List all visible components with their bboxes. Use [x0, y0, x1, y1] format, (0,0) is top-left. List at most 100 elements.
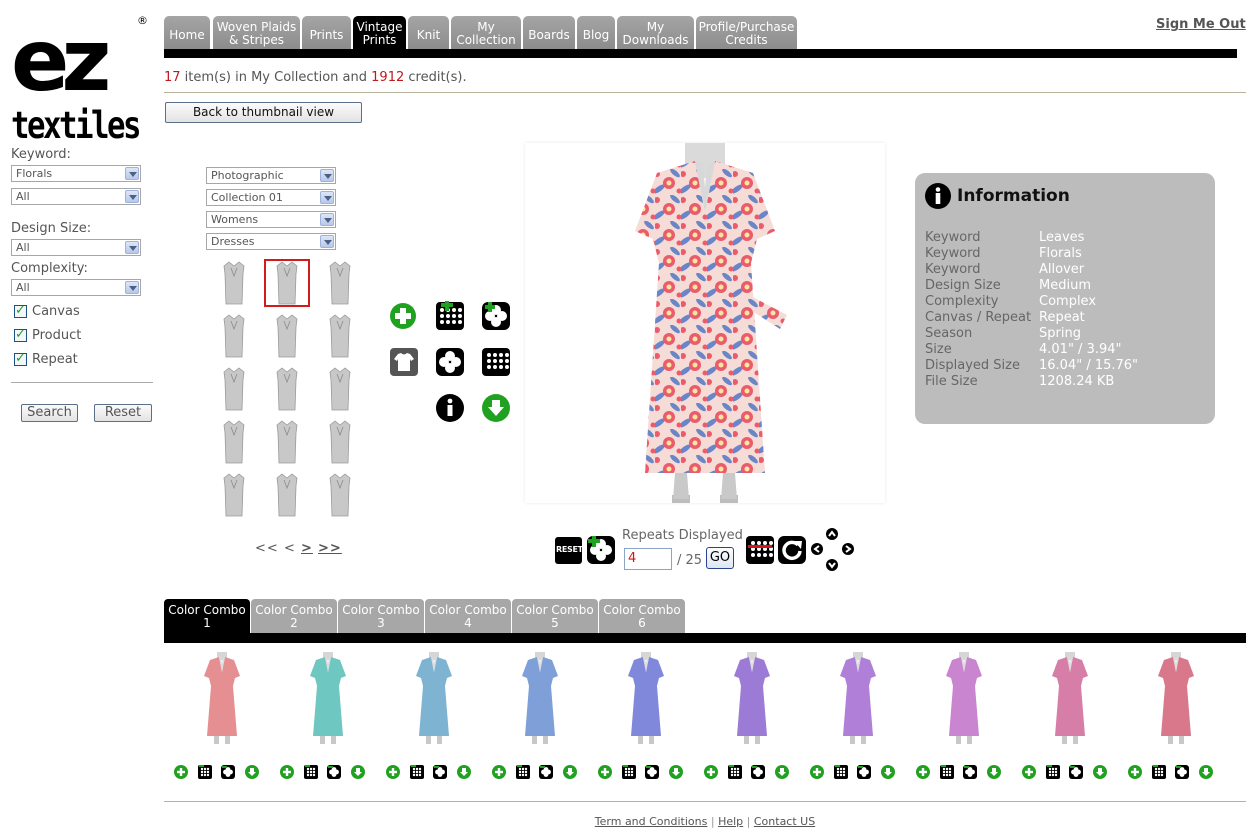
- color-combo-thumbnail[interactable]: [621, 652, 671, 744]
- sign-out-link[interactable]: Sign Me Out: [1156, 17, 1246, 32]
- back-to-thumbnail-button[interactable]: Back to thumbnail view: [165, 102, 362, 123]
- canvas-view-icon[interactable]: [963, 765, 977, 779]
- pan-arrows-icon[interactable]: [809, 527, 857, 573]
- color-combo-thumbnail[interactable]: [197, 652, 247, 744]
- add-to-collection-icon[interactable]: [280, 765, 294, 779]
- tab-my-collection[interactable]: My Collection: [451, 16, 521, 49]
- garment-thumbnail[interactable]: [264, 259, 310, 307]
- repeat-view-icon[interactable]: [303, 765, 318, 779]
- repeat-view-icon[interactable]: [939, 765, 954, 779]
- color-combo-thumbnail[interactable]: [1151, 652, 1201, 744]
- add-to-collection-icon[interactable]: [916, 765, 930, 779]
- download-icon[interactable]: [774, 765, 789, 779]
- download-icon[interactable]: [1092, 765, 1107, 779]
- repeat-grid-icon[interactable]: [745, 535, 775, 565]
- canvas-view-icon[interactable]: [1175, 765, 1189, 779]
- tab-my-downloads[interactable]: My Downloads: [617, 16, 694, 49]
- canvas-view-icon[interactable]: [645, 765, 659, 779]
- tab-profile-purchase-credits[interactable]: Profile/Purchase Credits: [696, 16, 797, 49]
- repeats-input[interactable]: 4: [624, 548, 672, 570]
- download-icon[interactable]: [244, 765, 259, 779]
- color-combo-thumbnail[interactable]: [409, 652, 459, 744]
- repeat-view-icon[interactable]: [1151, 765, 1166, 779]
- color-combo-thumbnail[interactable]: [939, 652, 989, 744]
- repeat-checkbox-row[interactable]: Repeat: [14, 351, 78, 367]
- download-icon[interactable]: [481, 393, 511, 423]
- canvas-view-icon[interactable]: [433, 765, 447, 779]
- repeat-view-icon[interactable]: [409, 765, 424, 779]
- garment-thumbnail[interactable]: [264, 418, 310, 466]
- color-combo-thumbnail[interactable]: [515, 652, 565, 744]
- add-to-collection-icon[interactable]: [598, 765, 612, 779]
- canvas-view-icon[interactable]: [435, 347, 465, 377]
- canvas-view-icon[interactable]: [327, 765, 341, 779]
- garment-thumbnail[interactable]: [264, 365, 310, 413]
- contact-link[interactable]: Contact US: [754, 815, 815, 828]
- color-combo-tab-2[interactable]: Color Combo 2: [251, 599, 337, 633]
- tab-vintage-prints[interactable]: Vintage Prints: [353, 16, 406, 49]
- add-to-collection-icon[interactable]: [492, 765, 506, 779]
- tab-knit[interactable]: Knit: [408, 16, 449, 49]
- design-size-select[interactable]: All: [11, 239, 141, 256]
- keyword-secondary-select[interactable]: All: [11, 188, 141, 205]
- download-icon[interactable]: [880, 765, 895, 779]
- rotate-icon[interactable]: [777, 535, 807, 565]
- repeat-view-icon[interactable]: [197, 765, 212, 779]
- help-link[interactable]: Help: [718, 815, 743, 828]
- color-combo-thumbnail[interactable]: [1045, 652, 1095, 744]
- collection-select[interactable]: Collection 01: [206, 189, 336, 206]
- add-to-collection-icon[interactable]: [810, 765, 824, 779]
- garment-thumbnail[interactable]: [211, 259, 257, 307]
- canvas-checkbox[interactable]: [14, 303, 27, 318]
- keyword-select[interactable]: Florals: [11, 165, 141, 182]
- garment-thumbnail[interactable]: [264, 471, 310, 519]
- tab-blog[interactable]: Blog: [577, 16, 615, 49]
- garment-thumbnail[interactable]: [317, 259, 363, 307]
- garment-thumbnail[interactable]: [211, 365, 257, 413]
- add-to-collection-icon[interactable]: [386, 765, 400, 779]
- color-combo-tab-6[interactable]: Color Combo 6: [599, 599, 685, 633]
- add-to-collection-icon[interactable]: [174, 765, 188, 779]
- pager-prev[interactable]: <: [284, 541, 296, 556]
- tab-boards[interactable]: Boards: [523, 16, 575, 49]
- download-icon[interactable]: [456, 765, 471, 779]
- garment-thumbnail[interactable]: [211, 471, 257, 519]
- repeat-view-icon[interactable]: [481, 347, 511, 377]
- garment-thumbnail[interactable]: [211, 418, 257, 466]
- download-icon[interactable]: [986, 765, 1001, 779]
- garment-thumbnail[interactable]: [211, 312, 257, 360]
- color-combo-tab-1[interactable]: Color Combo 1: [164, 599, 250, 633]
- add-to-collection-icon[interactable]: [389, 302, 417, 330]
- tab-home[interactable]: Home: [164, 16, 210, 49]
- search-button[interactable]: Search: [21, 404, 78, 422]
- product-checkbox[interactable]: [14, 327, 27, 342]
- download-icon[interactable]: [1198, 765, 1213, 779]
- ez-textiles-logo[interactable]: ez ® textiles: [11, 11, 151, 147]
- style-select[interactable]: Photographic: [206, 167, 336, 184]
- repeat-view-icon[interactable]: [727, 765, 742, 779]
- color-combo-tab-3[interactable]: Color Combo 3: [338, 599, 424, 633]
- canvas-view-icon[interactable]: [751, 765, 765, 779]
- canvas-view-icon[interactable]: [221, 765, 235, 779]
- add-to-collection-icon[interactable]: [704, 765, 718, 779]
- reset-view-button[interactable]: RESET: [555, 537, 583, 564]
- repeat-view-icon[interactable]: [621, 765, 636, 779]
- category-select[interactable]: Dresses: [206, 233, 336, 250]
- info-icon[interactable]: [435, 393, 465, 423]
- tab-prints[interactable]: Prints: [302, 16, 351, 49]
- garment-thumbnail[interactable]: [317, 365, 363, 413]
- garment-thumbnail[interactable]: [317, 418, 363, 466]
- complexity-select[interactable]: All: [11, 279, 141, 296]
- garment-thumbnail[interactable]: [264, 312, 310, 360]
- reset-button[interactable]: Reset: [94, 404, 152, 422]
- pager-last[interactable]: >>: [318, 541, 342, 556]
- terms-link[interactable]: Term and Conditions: [595, 815, 708, 828]
- garment-thumbnail[interactable]: [317, 312, 363, 360]
- add-to-collection-icon[interactable]: [1128, 765, 1142, 779]
- tab-woven-plaids[interactable]: Woven Plaids & Stripes: [213, 16, 300, 49]
- add-to-collection-icon[interactable]: [1022, 765, 1036, 779]
- add-canvas-icon[interactable]: [481, 301, 511, 331]
- go-button[interactable]: GO: [706, 547, 734, 569]
- color-combo-thumbnail[interactable]: [303, 652, 353, 744]
- add-canvas-icon[interactable]: [586, 535, 616, 565]
